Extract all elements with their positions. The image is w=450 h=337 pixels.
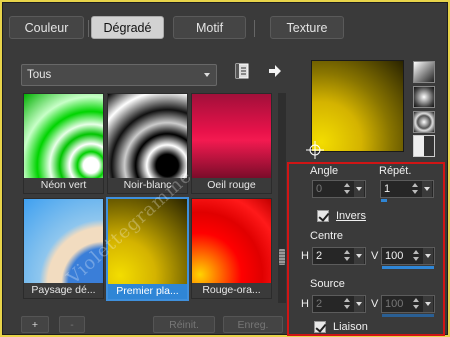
repeat-spinner[interactable]: [411, 181, 420, 197]
center-v-label: V: [371, 250, 379, 262]
tab-couleur[interactable]: Couleur: [9, 16, 84, 39]
source-h-dropdown[interactable]: [354, 296, 364, 312]
tab-label: Dégradé: [103, 20, 152, 35]
source-v-dropdown[interactable]: [423, 296, 433, 312]
add-gradient-button[interactable]: +: [21, 316, 49, 333]
swatch-rouge-orange[interactable]: Rouge-ora...: [191, 198, 272, 299]
arrow-right-icon[interactable]: [268, 64, 282, 78]
chevron-down-icon: [204, 73, 210, 77]
center-h-input[interactable]: 2: [312, 247, 366, 265]
repeat-input[interactable]: 1: [380, 180, 434, 198]
angle-label: Angle: [310, 165, 339, 177]
source-label: Source: [310, 278, 345, 290]
tab-divider: [88, 20, 89, 37]
swatch-label: Oeil rouge: [207, 179, 256, 191]
swatch-label: Rouge-ora...: [202, 284, 261, 296]
source-h-value: 2: [316, 298, 323, 310]
rectangular-style-button[interactable]: [413, 86, 435, 108]
tab-texture[interactable]: Texture: [270, 16, 344, 39]
swatch-image: [24, 94, 103, 178]
button-label: Réinit.: [169, 318, 199, 331]
linear-style-button[interactable]: [413, 61, 435, 83]
angle-dropdown[interactable]: [354, 181, 364, 197]
center-v-value: 100: [385, 250, 404, 262]
remove-gradient-button[interactable]: -: [59, 316, 85, 333]
source-v-input[interactable]: 100: [381, 295, 435, 313]
crosshair-icon[interactable]: [305, 140, 325, 160]
radial-style-button[interactable]: [413, 111, 435, 133]
category-select[interactable]: Tous: [21, 64, 217, 86]
invert-label: Invers: [336, 210, 366, 222]
angle-input[interactable]: 0: [312, 180, 366, 198]
source-h-spinner[interactable]: [343, 296, 352, 312]
tab-motif[interactable]: Motif: [173, 16, 246, 39]
category-value: Tous: [27, 69, 52, 81]
save-button[interactable]: Enreg.: [223, 316, 283, 333]
button-label: -: [70, 318, 74, 331]
tab-degrade[interactable]: Dégradé: [91, 16, 164, 39]
center-v-spinner[interactable]: [412, 248, 421, 264]
swatch-image: [192, 199, 271, 283]
gradient-dialog: Couleur Dégradé Motif Texture Tous Néon …: [2, 2, 448, 336]
button-label: +: [31, 318, 39, 331]
notebook-icon[interactable]: [234, 63, 250, 79]
source-h-label: H: [301, 298, 309, 310]
source-v-value: 100: [385, 298, 404, 310]
source-v-label: V: [371, 298, 379, 310]
gradient-preview[interactable]: [311, 60, 404, 152]
center-h-dropdown[interactable]: [354, 248, 364, 264]
tab-divider: [254, 20, 255, 37]
center-v-level-bar: [382, 266, 434, 269]
center-label: Centre: [310, 230, 344, 242]
tab-label: Couleur: [24, 20, 69, 35]
link-checkbox[interactable]: [314, 321, 326, 333]
tab-label: Texture: [286, 20, 328, 35]
repeat-label: Répét.: [379, 165, 412, 177]
source-h-input[interactable]: 2: [312, 295, 366, 313]
angle-spinner[interactable]: [343, 181, 352, 197]
scrollbar-thumb[interactable]: [279, 249, 285, 265]
center-h-label: H: [301, 250, 309, 262]
swatch-label: Premier pla...: [108, 284, 187, 299]
invert-checkbox[interactable]: [317, 210, 329, 222]
repeat-value: 1: [384, 183, 391, 195]
swatch-label: Néon vert: [40, 179, 87, 191]
center-v-dropdown[interactable]: [423, 248, 433, 264]
center-h-value: 2: [316, 250, 323, 262]
link-label: Liaison: [333, 321, 368, 333]
angle-value: 0: [316, 183, 323, 195]
swatch-neon-vert[interactable]: Néon vert: [23, 93, 104, 194]
source-v-spinner[interactable]: [412, 296, 421, 312]
swatch-image: [108, 94, 187, 178]
swatch-oeil-rouge[interactable]: Oeil rouge: [191, 93, 272, 194]
swatch-scrollbar[interactable]: [278, 93, 286, 303]
repeat-level-bar: [381, 199, 387, 202]
source-v-level-bar: [382, 314, 434, 317]
swatch-image: [192, 94, 271, 178]
reset-button[interactable]: Réinit.: [153, 316, 215, 333]
center-v-input[interactable]: 100: [381, 247, 435, 265]
button-label: Enreg.: [237, 318, 269, 331]
swatch-label: Paysage dé...: [31, 284, 96, 296]
repeat-dropdown[interactable]: [422, 181, 432, 197]
sunburst-style-button[interactable]: [413, 135, 435, 157]
center-h-spinner[interactable]: [343, 248, 352, 264]
tab-label: Motif: [195, 20, 224, 35]
